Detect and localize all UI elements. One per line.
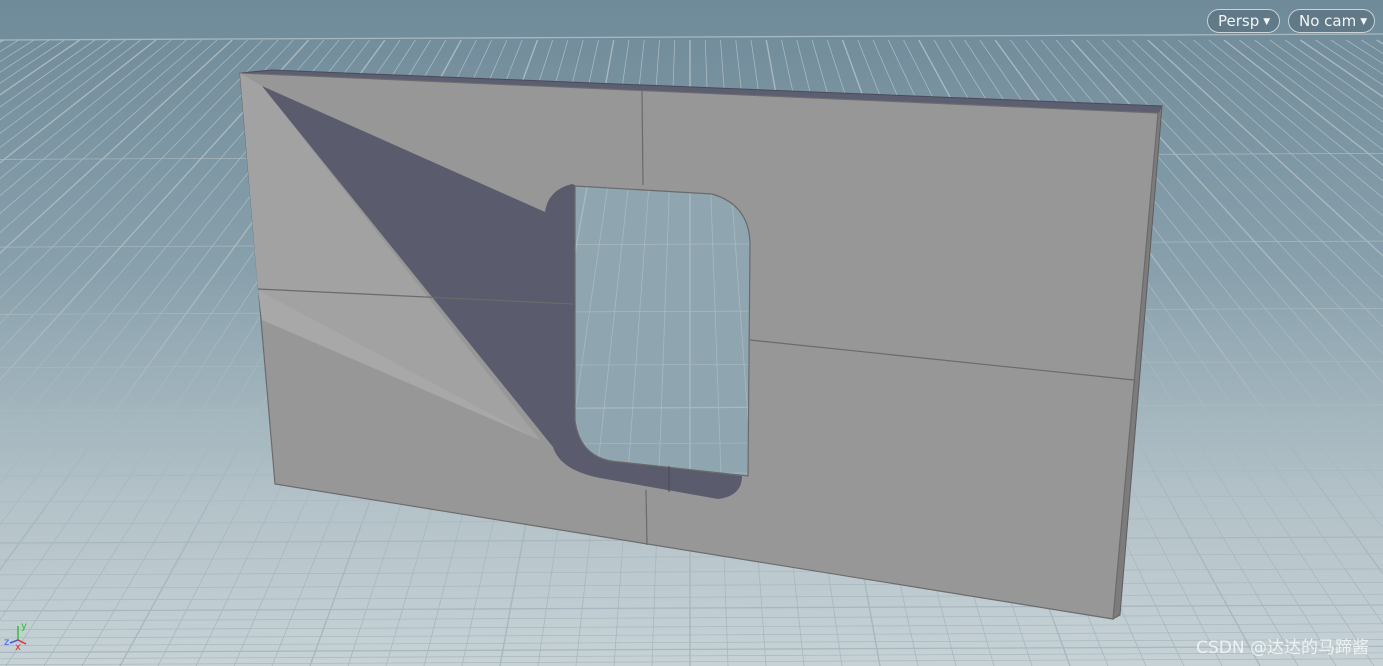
axis-y-label: y — [21, 621, 27, 632]
chevron-down-icon: ▼ — [1263, 17, 1271, 27]
axis-x-label: x — [15, 642, 21, 653]
wall-object[interactable] — [0, 34, 1383, 666]
chevron-down-icon: ▼ — [1360, 17, 1368, 27]
watermark-text: CSDN @达达的马蹄酱 — [1196, 638, 1369, 658]
camera-mode-button[interactable]: Persp ▼ — [1207, 9, 1280, 33]
axis-z-label: z — [4, 637, 9, 648]
camera-mode-label: Persp — [1218, 12, 1260, 30]
camera-select-button[interactable]: No cam ▼ — [1288, 9, 1375, 33]
axis-gizmo-icon: y x z — [4, 621, 27, 653]
camera-select-label: No cam — [1299, 12, 1357, 30]
viewport[interactable]: Persp ▼ No cam ▼ y x z CSDN @达达的马蹄酱 — [0, 0, 1383, 666]
scene-view[interactable] — [0, 0, 1383, 666]
